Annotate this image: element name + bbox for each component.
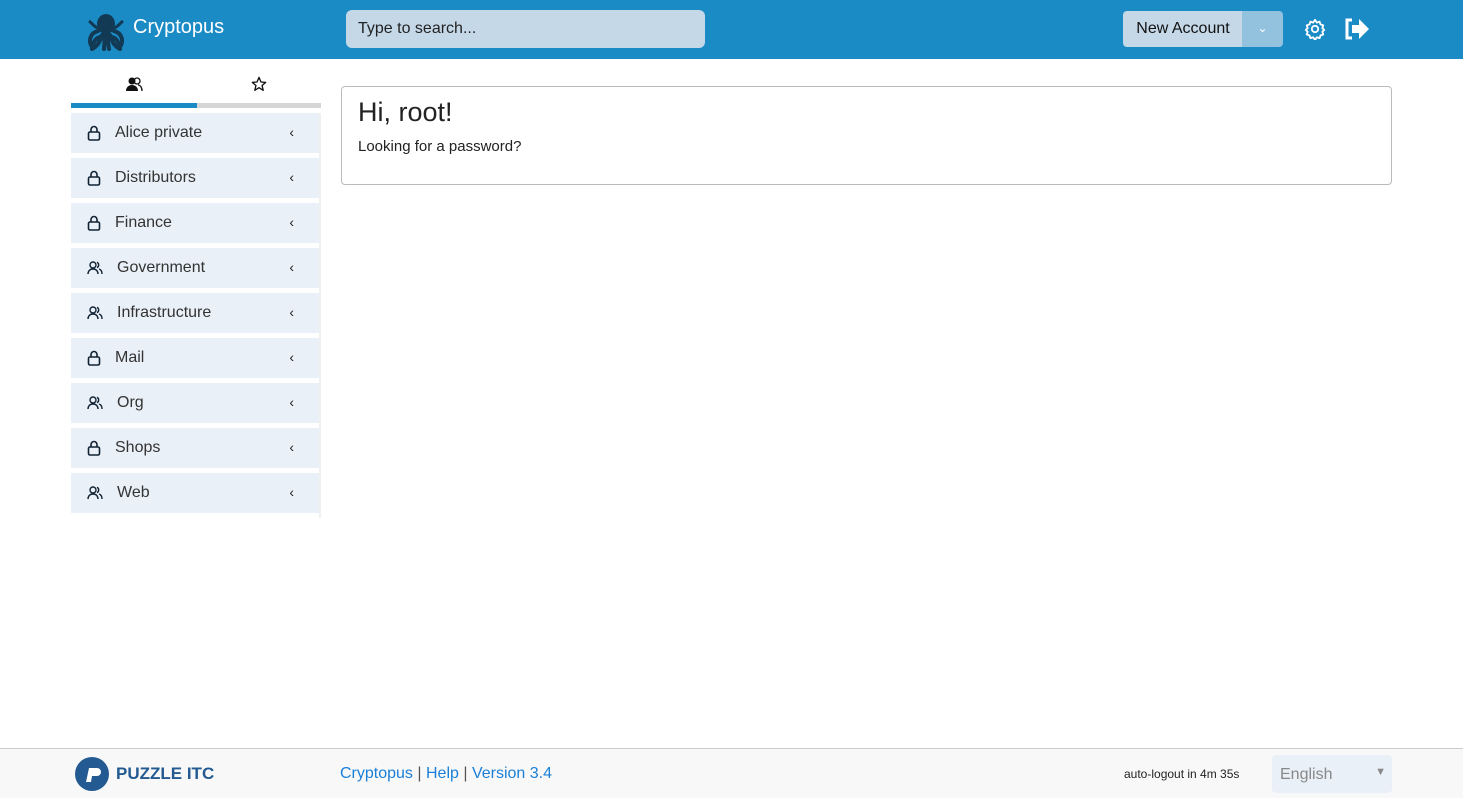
chevron-left-icon[interactable]: ‹ xyxy=(289,169,294,185)
chevron-down-icon: ⌄ xyxy=(1257,21,1268,35)
lock-icon xyxy=(87,125,101,141)
sidebar-item-label: Web xyxy=(117,484,150,501)
lock-icon xyxy=(87,170,101,186)
footer-links: Cryptopus | Help | Version 3.4 xyxy=(340,765,552,783)
tab-teams[interactable] xyxy=(71,65,196,103)
search-input[interactable] xyxy=(346,10,705,48)
company-name: PUZZLE ITC xyxy=(116,764,215,783)
sidebar-item-shops[interactable]: Shops ‹ xyxy=(71,428,320,468)
teams-icon xyxy=(125,77,143,91)
greeting-subtitle: Looking for a password? xyxy=(358,138,522,155)
footer: PUZZLE ITC Cryptopus | Help | Version 3.… xyxy=(0,748,1463,798)
new-account-button[interactable]: New Account xyxy=(1123,11,1243,47)
octopus-logo[interactable] xyxy=(86,11,126,51)
chevron-left-icon[interactable]: ‹ xyxy=(289,214,294,230)
sidebar-item-label: Finance xyxy=(115,214,172,231)
chevron-left-icon[interactable]: ‹ xyxy=(289,349,294,365)
cryptopus-link[interactable]: Cryptopus xyxy=(340,765,413,782)
users-icon xyxy=(87,261,103,275)
sidebar-item-label: Alice private xyxy=(115,124,203,141)
team-list: Alice private ‹ Distributors ‹ Finance ‹ Gover… xyxy=(71,113,320,518)
sidebar-tabs xyxy=(71,65,321,108)
top-navbar: Cryptopus New Account ⌄ xyxy=(0,0,1463,59)
sidebar-item-mail[interactable]: Mail ‹ xyxy=(71,338,320,378)
chevron-left-icon[interactable]: ‹ xyxy=(289,439,294,455)
help-link[interactable]: Help xyxy=(426,765,459,782)
logout-icon[interactable] xyxy=(1343,17,1370,41)
sidebar-item-label: Government xyxy=(117,259,206,276)
sidebar-item-web[interactable]: Web ‹ xyxy=(71,473,320,513)
chevron-left-icon[interactable]: ‹ xyxy=(289,124,294,140)
chevron-left-icon[interactable]: ‹ xyxy=(289,304,294,320)
welcome-card: Hi, root! Looking for a password? xyxy=(341,86,1392,185)
language-value: English xyxy=(1280,766,1333,783)
sidebar-item-finance[interactable]: Finance ‹ xyxy=(71,203,320,243)
lock-icon xyxy=(87,215,101,231)
auto-logout-timer: auto-logout in 4m 35s xyxy=(1124,767,1240,781)
tab-indicator xyxy=(71,103,321,108)
sidebar-scrollbar[interactable] xyxy=(319,113,321,518)
language-select[interactable]: English ▼ xyxy=(1272,755,1392,793)
sidebar-item-label: Org xyxy=(117,394,144,411)
puzzle-itc-logo-icon xyxy=(75,757,109,791)
users-icon xyxy=(87,396,103,410)
sidebar-item-alice-private[interactable]: Alice private ‹ xyxy=(71,113,320,153)
sidebar-item-government[interactable]: Government ‹ xyxy=(71,248,320,288)
sidebar-item-org[interactable]: Org ‹ xyxy=(71,383,320,423)
users-icon xyxy=(87,486,103,500)
sidebar-item-label: Distributors xyxy=(115,169,196,186)
chevron-left-icon[interactable]: ‹ xyxy=(289,394,294,410)
lock-icon xyxy=(87,440,101,456)
tab-favourites[interactable] xyxy=(196,65,321,103)
brand-name[interactable]: Cryptopus xyxy=(133,16,224,39)
puzzle-logo[interactable]: PUZZLE ITC xyxy=(75,757,214,791)
sidebar-item-label: Shops xyxy=(115,439,161,456)
new-account-dropdown-toggle[interactable]: ⌄ xyxy=(1242,11,1283,47)
dropdown-arrow-icon: ▼ xyxy=(1375,766,1386,778)
star-icon xyxy=(251,76,266,91)
separator: | xyxy=(417,765,422,782)
chevron-left-icon[interactable]: ‹ xyxy=(289,259,294,275)
sidebar-item-infrastructure[interactable]: Infrastructure ‹ xyxy=(71,293,320,333)
sidebar-item-distributors[interactable]: Distributors ‹ xyxy=(71,158,320,198)
gear-icon[interactable] xyxy=(1304,18,1326,40)
greeting-heading: Hi, root! xyxy=(358,97,453,127)
sidebar-item-label: Infrastructure xyxy=(117,304,212,321)
separator: | xyxy=(463,765,468,782)
chevron-left-icon[interactable]: ‹ xyxy=(289,484,294,500)
version-link[interactable]: Version 3.4 xyxy=(472,765,552,782)
users-icon xyxy=(87,306,103,320)
sidebar-item-label: Mail xyxy=(115,349,145,366)
lock-icon xyxy=(87,350,101,366)
